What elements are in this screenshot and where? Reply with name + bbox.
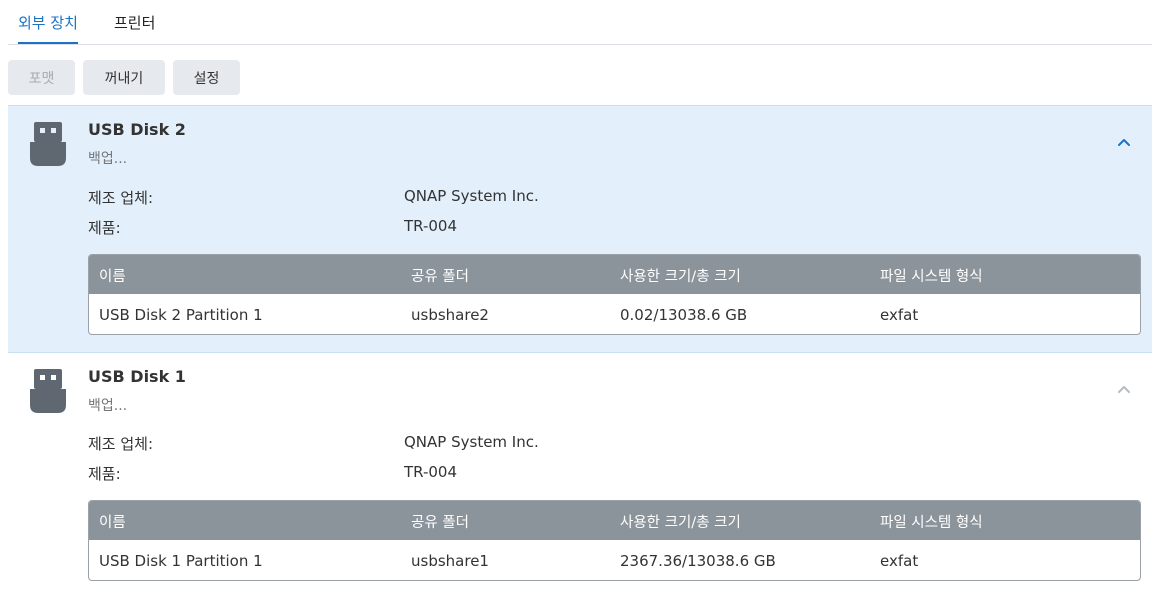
partition-filesystem: exfat: [880, 552, 919, 570]
disk-status: 백업...: [88, 151, 128, 167]
column-header-name[interactable]: 이름: [99, 511, 126, 532]
usb-drive-icon: [30, 122, 66, 166]
product-label: 제품:: [88, 465, 121, 483]
partition-used-total: 0.02/13038.6 GB: [620, 306, 748, 324]
product-value: TR-004: [404, 217, 458, 235]
column-header-shared-folder[interactable]: 공유 폴더: [411, 265, 469, 286]
manufacturer-label: 제조 업체:: [88, 435, 154, 453]
manufacturer-value: QNAP System Inc.: [404, 433, 539, 451]
tab-printer[interactable]: 프린터: [114, 12, 155, 44]
column-header-filesystem[interactable]: 파일 시스템 형식: [880, 511, 983, 532]
disk-status: 백업...: [88, 398, 128, 414]
table-header: 이름 공유 폴더 사용한 크기/총 크기 파일 시스템 형식: [89, 501, 1140, 540]
partition-table: 이름 공유 폴더 사용한 크기/총 크기 파일 시스템 형식 USB Disk …: [88, 254, 1141, 335]
disk-name: USB Disk 2: [88, 120, 186, 139]
settings-button[interactable]: 설정: [173, 60, 240, 95]
disk-panel-usb-disk-2[interactable]: USB Disk 2 백업... 제조 업체: QNAP System Inc.…: [8, 105, 1152, 353]
column-header-used-total[interactable]: 사용한 크기/총 크기: [620, 511, 741, 532]
chevron-up-icon[interactable]: [1114, 379, 1134, 399]
eject-button[interactable]: 꺼내기: [83, 60, 165, 95]
disk-panel-usb-disk-1[interactable]: USB Disk 1 백업... 제조 업체: QNAP System Inc.…: [8, 353, 1152, 595]
disk-name: USB Disk 1: [88, 367, 186, 386]
partition-used-total: 2367.36/13038.6 GB: [620, 552, 776, 570]
usb-drive-icon: [30, 369, 66, 413]
table-header: 이름 공유 폴더 사용한 크기/총 크기 파일 시스템 형식: [89, 255, 1140, 294]
chevron-up-icon[interactable]: [1114, 132, 1134, 152]
column-header-filesystem[interactable]: 파일 시스템 형식: [880, 265, 983, 286]
column-header-name[interactable]: 이름: [99, 265, 126, 286]
tab-external-devices[interactable]: 외부 장치: [18, 12, 78, 44]
manufacturer-label: 제조 업체:: [88, 189, 154, 207]
partition-filesystem: exfat: [880, 306, 919, 324]
product-label: 제품:: [88, 219, 121, 237]
partition-name: USB Disk 2 Partition 1: [99, 306, 263, 324]
partition-shared-folder: usbshare1: [411, 552, 489, 570]
format-button[interactable]: 포맷: [8, 60, 75, 95]
product-value: TR-004: [404, 463, 458, 481]
tab-bar: 외부 장치 프린터: [8, 0, 1152, 45]
column-header-shared-folder[interactable]: 공유 폴더: [411, 511, 469, 532]
partition-shared-folder: usbshare2: [411, 306, 489, 324]
column-header-used-total[interactable]: 사용한 크기/총 크기: [620, 265, 741, 286]
partition-name: USB Disk 1 Partition 1: [99, 552, 263, 570]
manufacturer-value: QNAP System Inc.: [404, 187, 539, 205]
partition-table: 이름 공유 폴더 사용한 크기/총 크기 파일 시스템 형식 USB Disk …: [88, 500, 1141, 581]
